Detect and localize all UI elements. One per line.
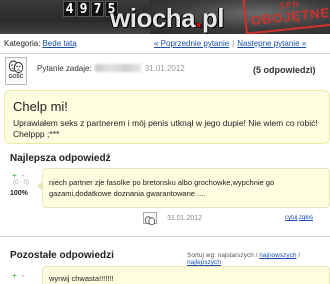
next-question-link[interactable]: Następne pytanie » (237, 39, 306, 48)
logo-dot: . (195, 3, 202, 33)
sort-label: Sortuj wg: najstarszych / (187, 252, 258, 259)
prev-question-link[interactable]: « Poprzednie pytanie (154, 39, 229, 48)
logo-main: wiocha (110, 3, 196, 33)
vote-up-button[interactable]: + (12, 271, 17, 280)
asker-line: Pytanie zadaje: 31.01.2012 (37, 64, 185, 73)
category-bar: Kategoria: Bede tatą « Poprzednie pytanie… (0, 37, 330, 51)
guest-label: GOŚĆ (8, 74, 24, 80)
answerer-avatar (143, 212, 157, 226)
divider (0, 53, 330, 54)
question-date: 31.01.2012 (144, 64, 185, 73)
bubble-tail (37, 181, 43, 191)
site-logo[interactable]: wiocha.pl (110, 3, 224, 34)
other-answers-heading: Pozostałe odpowiedzi (10, 250, 114, 261)
vote-down-button[interactable]: - (22, 271, 25, 280)
counter-digit: 4 (63, 1, 76, 17)
site-banner: 4 9 7 5 wiocha.pl SPR OBOJĘTNE (0, 0, 330, 34)
answer-box: wyrwij chwasta!!!!!!! (42, 266, 330, 284)
question-body: Uprawiałem seks z partnerem i mój penis … (13, 118, 318, 139)
counter-digit: 9 (77, 1, 90, 17)
answer-text: wyrwij chwasta!!!!!!! (49, 274, 114, 283)
asker-name-blurred (94, 64, 141, 72)
sort-newest-link[interactable]: najnowszych (259, 252, 296, 259)
best-answer-heading: Najlepsza odpowiedź (10, 153, 111, 164)
asker-label: Pytanie zadaje: (37, 64, 92, 73)
theatre-masks-icon (144, 216, 156, 226)
vote-score: (0 - 0) (13, 180, 30, 186)
sort-best-link[interactable]: najlepszych (187, 259, 221, 266)
answer-date: 31.01.2012 (167, 215, 203, 222)
theatre-masks-icon (8, 60, 24, 73)
question-nav: « Poprzednie pytanie | Następne pytanie » (154, 37, 306, 51)
answer-links: cytuj zgłoś (285, 215, 313, 221)
sort-separator: / (298, 252, 301, 259)
nav-separator: | (232, 39, 235, 48)
sort-options: Sortuj wg: najstarszych / najnowszych / … (187, 252, 330, 266)
question-title: Chelp mi! (13, 99, 68, 114)
best-answer-text: niech partner zje fasolke po bretonsku a… (49, 178, 275, 198)
category-label: Kategoria: Bede tatą (4, 39, 77, 48)
best-answer-box: niech partner zje fasolke po bretonsku a… (37, 168, 330, 208)
category-link[interactable]: Bede tatą (42, 39, 76, 48)
divider (0, 236, 330, 237)
best-answer-percent: 100% (10, 190, 28, 197)
question-box: Chelp mi! Uprawiałem seks z partnerem i … (4, 90, 330, 144)
logo-tld: pl (201, 3, 225, 33)
vote-down-button[interactable]: - (22, 171, 25, 180)
answers-count: (5 odpowiedzi) (253, 65, 316, 75)
avatar: GOŚĆ (5, 57, 27, 85)
report-link[interactable]: zgłoś (299, 215, 313, 221)
vote-up-button[interactable]: + (12, 171, 17, 180)
counter-digit: 7 (91, 1, 104, 17)
quote-link[interactable]: cytuj (285, 215, 297, 221)
obojetne-stamp: SPR OBOJĘTNE (242, 0, 330, 34)
